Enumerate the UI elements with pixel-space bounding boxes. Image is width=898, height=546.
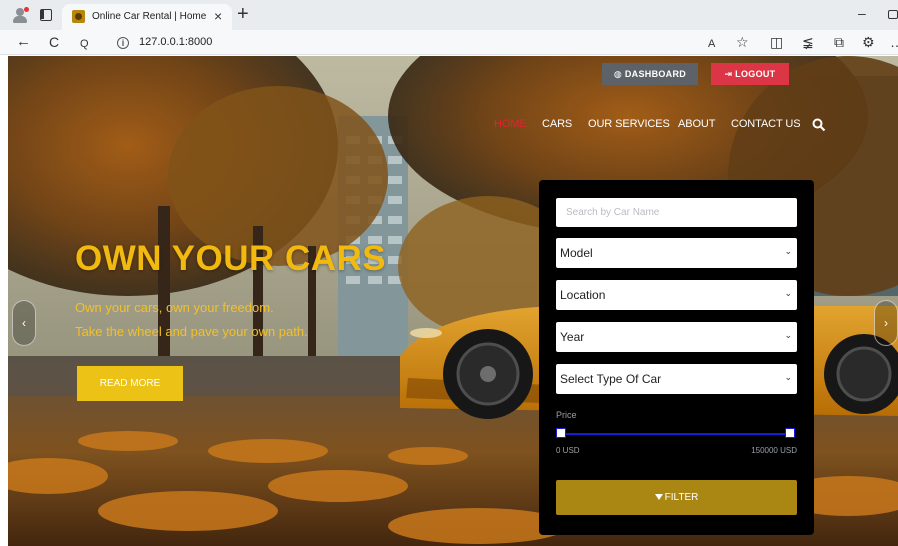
hero-title: OWN YOUR CARS: [75, 239, 387, 278]
price-max-handle[interactable]: [785, 428, 795, 438]
reload-icon[interactable]: C: [49, 33, 59, 51]
new-tab-icon[interactable]: +: [237, 3, 249, 25]
price-label: Price: [556, 410, 577, 420]
browser-tab[interactable]: Online Car Rental | Home ×: [62, 4, 232, 30]
read-more-button[interactable]: READ MORE: [77, 366, 183, 401]
browser-tabbar: Online Car Rental | Home × + –: [0, 0, 898, 30]
more-icon[interactable]: …: [890, 34, 898, 50]
window-restore-icon[interactable]: [888, 10, 898, 19]
dashboard-button[interactable]: ◍ DASHBOARD: [602, 63, 698, 85]
logout-label: LOGOUT: [735, 69, 776, 79]
year-select-value: Year: [560, 330, 585, 344]
favorite-star-icon[interactable]: ☆: [736, 34, 749, 50]
funnel-icon: [654, 494, 663, 500]
nav-our-services[interactable]: OUR SERVICES: [588, 118, 670, 130]
model-select-value: Model: [560, 246, 593, 260]
split-screen-icon[interactable]: ◫: [770, 34, 783, 50]
back-icon[interactable]: ←: [16, 33, 31, 51]
site-info-icon[interactable]: i: [117, 37, 129, 49]
car-type-select[interactable]: Select Type Of Car ⌄: [556, 364, 797, 394]
price-range-track[interactable]: [561, 433, 791, 435]
tab-actions-icon[interactable]: [40, 9, 52, 21]
nav-home[interactable]: HOME: [494, 118, 527, 130]
tab-title: Online Car Rental | Home: [92, 11, 207, 22]
read-aloud-icon[interactable]: A: [708, 36, 715, 52]
collections-icon[interactable]: ⧉: [834, 34, 844, 50]
filter-button-label: FILTER: [664, 492, 699, 503]
car-name-search-field[interactable]: [556, 198, 797, 227]
model-select[interactable]: Model ⌄: [556, 238, 797, 268]
nav-contact-us[interactable]: CONTACT US: [731, 118, 801, 130]
search-engine-icon[interactable]: Q: [80, 35, 89, 53]
favorites-list-icon[interactable]: ≨: [802, 34, 814, 50]
filter-button[interactable]: FILTER: [556, 480, 797, 515]
chevron-down-icon: ⌄: [784, 330, 792, 340]
location-select[interactable]: Location ⌄: [556, 280, 797, 310]
hero-section: ◍ DASHBOARD ⇥ LOGOUT HOME CARS OUR SERVI…: [8, 56, 898, 546]
nav-about[interactable]: ABOUT: [678, 118, 716, 130]
window-minimize-icon[interactable]: –: [858, 5, 866, 21]
extensions-icon[interactable]: ⚙: [862, 34, 875, 50]
hero-tagline-1: Own your cars, own your freedom.: [75, 300, 274, 315]
location-select-value: Location: [560, 288, 606, 302]
chevron-down-icon: ⌄: [784, 372, 792, 382]
chevron-down-icon: ⌄: [784, 288, 792, 298]
logout-button[interactable]: ⇥ LOGOUT: [711, 63, 789, 85]
site-favicon-icon: [72, 10, 85, 23]
nav-cars[interactable]: CARS: [542, 118, 572, 130]
search-icon[interactable]: [812, 118, 826, 132]
car-filter-panel: Model ⌄ Location ⌄ Year ⌄ Select Type Of…: [539, 180, 814, 535]
tab-close-icon[interactable]: ×: [214, 8, 222, 24]
carousel-prev-button[interactable]: ‹: [12, 300, 36, 346]
dashboard-icon: ◍: [613, 69, 625, 79]
car-name-search-input[interactable]: [556, 198, 797, 227]
chevron-down-icon: ⌄: [784, 246, 792, 256]
year-select[interactable]: Year ⌄: [556, 322, 797, 352]
price-max-value: 150000 USD: [751, 446, 797, 455]
dashboard-label: DASHBOARD: [624, 69, 687, 79]
price-min-handle[interactable]: [556, 428, 566, 438]
address-bar: ← C Q i 127.0.0.1:8000 A ☆ ◫ ≨ ⧉ ⚙ …: [0, 30, 898, 55]
profile-icon[interactable]: [12, 7, 29, 23]
url-field[interactable]: 127.0.0.1:8000: [139, 36, 212, 48]
carousel-next-button[interactable]: ›: [874, 300, 898, 346]
hero-tagline-2: Take the wheel and pave your own path.: [75, 324, 308, 339]
logout-icon: ⇥: [724, 69, 736, 79]
car-type-select-value: Select Type Of Car: [560, 372, 662, 386]
main-navigation: HOME CARS OUR SERVICES ABOUT CONTACT US: [8, 118, 898, 132]
price-min-value: 0 USD: [556, 446, 580, 455]
